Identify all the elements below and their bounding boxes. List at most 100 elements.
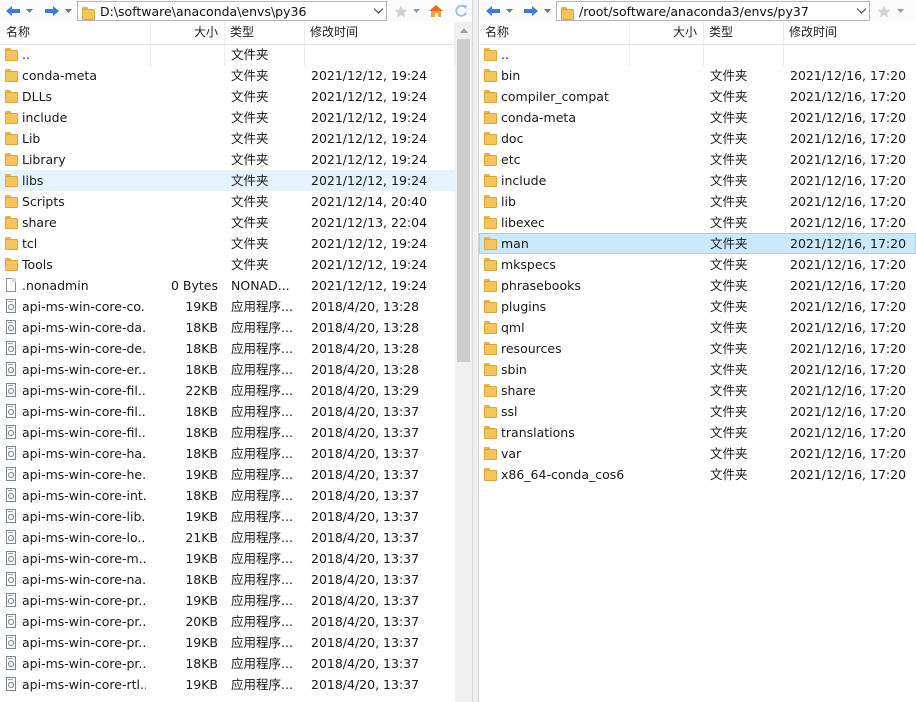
folder-row[interactable]: share 文件夹 2021/12/16, 17:20: [479, 380, 916, 401]
folder-row[interactable]: libexec 文件夹 2021/12/16, 17:20: [479, 212, 916, 233]
file-row[interactable]: api-ms-win-core-pr... 18KB 应用程序... 2018/4/2…: [0, 653, 472, 674]
remote-file-pane[interactable]: /root/software/anaconda3/envs/py37 名称 大小…: [479, 0, 916, 702]
file-row[interactable]: api-ms-win-core-da... 18KB 应用程序... 2018/4/2…: [0, 317, 472, 338]
folder-row[interactable]: Lib 文件夹 2021/12/12, 19:24: [0, 128, 472, 149]
file-type: 文件夹: [710, 173, 748, 188]
folder-row[interactable]: qml 文件夹 2021/12/16, 17:20: [479, 317, 916, 338]
folder-row[interactable]: tcl 文件夹 2021/12/12, 19:24: [0, 233, 472, 254]
file-row[interactable]: .nonadmin 0 Bytes NONAD... 2021/12/12, 19:2…: [0, 275, 472, 296]
forward-history-dropdown[interactable]: [64, 2, 72, 20]
bookmark-dropdown[interactable]: [412, 2, 420, 20]
local-scrollbar[interactable]: [455, 22, 472, 702]
file-row[interactable]: api-ms-win-core-ha... 18KB 应用程序... 2018/4/2…: [0, 443, 472, 464]
folder-row[interactable]: sbin 文件夹 2021/12/16, 17:20: [479, 359, 916, 380]
folder-row[interactable]: x86_64-conda_cos6... 文件夹 2021/12/16, 17:20: [479, 464, 916, 485]
local-path-text[interactable]: D:\software\anaconda\envs\py36: [100, 4, 370, 19]
back-button[interactable]: [483, 2, 503, 20]
folder-row[interactable]: etc 文件夹 2021/12/16, 17:20: [479, 149, 916, 170]
file-size: [629, 401, 697, 422]
folder-row[interactable]: mkspecs 文件夹 2021/12/16, 17:20: [479, 254, 916, 275]
forward-history-dropdown[interactable]: [543, 2, 551, 20]
column-name-header[interactable]: 名称: [0, 22, 150, 44]
file-name: lib: [501, 194, 516, 209]
forward-button[interactable]: [521, 2, 541, 20]
file-row[interactable]: api-ms-win-core-pr... 19KB 应用程序... 2018/4/2…: [0, 590, 472, 611]
folder-row[interactable]: phrasebooks 文件夹 2021/12/16, 17:20: [479, 275, 916, 296]
folder-row[interactable]: ..: [479, 44, 916, 65]
file-name: api-ms-win-core-da...: [22, 320, 146, 335]
folder-row[interactable]: share 文件夹 2021/12/13, 22:04: [0, 212, 472, 233]
file-type: 应用程序...: [231, 677, 293, 692]
file-row[interactable]: api-ms-win-core-pr... 20KB 应用程序... 2018/4/2…: [0, 611, 472, 632]
folder-row[interactable]: libs 文件夹 2021/12/12, 19:24: [0, 170, 472, 191]
back-history-dropdown[interactable]: [505, 2, 513, 20]
folder-row[interactable]: man 文件夹 2021/12/16, 17:20: [479, 233, 916, 254]
file-row[interactable]: api-ms-win-core-na... 18KB 应用程序... 2018/4/2…: [0, 569, 472, 590]
file-size: [629, 359, 697, 380]
folder-row[interactable]: Library 文件夹 2021/12/12, 19:24: [0, 149, 472, 170]
folder-row[interactable]: lib 文件夹 2021/12/16, 17:20: [479, 191, 916, 212]
forward-button[interactable]: [42, 2, 62, 20]
folder-row[interactable]: translations 文件夹 2021/12/16, 17:20: [479, 422, 916, 443]
column-size-header[interactable]: 大小: [150, 22, 224, 44]
folder-row[interactable]: doc 文件夹 2021/12/16, 17:20: [479, 128, 916, 149]
bookmark-dropdown[interactable]: [896, 2, 904, 20]
column-modified-header[interactable]: 修改时间: [304, 22, 454, 44]
file-name: DLLs: [22, 89, 53, 104]
file-row[interactable]: api-ms-win-core-fil... 18KB 应用程序... 2018/4/…: [0, 422, 472, 443]
path-dropdown-button[interactable]: [370, 2, 386, 20]
local-file-pane[interactable]: D:\software\anaconda\envs\py36 名称 大小 类型 …: [0, 0, 472, 702]
folder-row[interactable]: conda-meta 文件夹 2021/12/12, 19:24: [0, 65, 472, 86]
bookmark-button[interactable]: [874, 2, 894, 20]
column-modified-header[interactable]: 修改时间: [783, 22, 916, 44]
folder-row[interactable]: Scripts 文件夹 2021/12/14, 20:40: [0, 191, 472, 212]
file-row[interactable]: api-ms-win-core-de... 18KB 应用程序... 2018/4/2…: [0, 338, 472, 359]
scroll-thumb[interactable]: [457, 39, 470, 362]
file-row[interactable]: api-ms-win-core-he... 19KB 应用程序... 2018/4/2…: [0, 464, 472, 485]
column-name-header[interactable]: 名称: [479, 22, 629, 44]
folder-row[interactable]: Tools 文件夹 2021/12/12, 19:24: [0, 254, 472, 275]
file-row[interactable]: api-ms-win-core-lib... 19KB 应用程序... 2018/4/…: [0, 506, 472, 527]
remote-path-field[interactable]: /root/software/anaconda3/envs/py37: [556, 1, 870, 21]
home-button[interactable]: [426, 2, 446, 20]
remote-path-text[interactable]: /root/software/anaconda3/envs/py37: [579, 4, 853, 19]
bookmark-button[interactable]: [391, 2, 411, 20]
scroll-up-button[interactable]: [455, 22, 472, 39]
file-size: [629, 233, 697, 254]
column-type-header[interactable]: 类型: [224, 22, 304, 44]
folder-row[interactable]: conda-meta 文件夹 2021/12/16, 17:20: [479, 107, 916, 128]
folder-row[interactable]: compiler_compat 文件夹 2021/12/16, 17:20: [479, 86, 916, 107]
folder-row[interactable]: include 文件夹 2021/12/12, 19:24: [0, 107, 472, 128]
folder-row[interactable]: var 文件夹 2021/12/16, 17:20: [479, 443, 916, 464]
column-size-header[interactable]: 大小: [629, 22, 703, 44]
folder-row[interactable]: resources 文件夹 2021/12/16, 17:20: [479, 338, 916, 359]
back-history-dropdown[interactable]: [25, 2, 33, 20]
chevron-down-icon: [373, 8, 383, 14]
folder-row[interactable]: ssl 文件夹 2021/12/16, 17:20: [479, 401, 916, 422]
file-row[interactable]: api-ms-win-core-m... 19KB 应用程序... 2018/4/20…: [0, 548, 472, 569]
folder-row[interactable]: plugins 文件夹 2021/12/16, 17:20: [479, 296, 916, 317]
file-row[interactable]: api-ms-win-core-lo... 21KB 应用程序... 2018/4/2…: [0, 527, 472, 548]
chevron-down-icon: [856, 8, 866, 14]
file-type: 文件夹: [710, 110, 748, 125]
folder-row[interactable]: DLLs 文件夹 2021/12/12, 19:24: [0, 86, 472, 107]
file-row[interactable]: api-ms-win-core-rtl... 19KB 应用程序... 2018/4/…: [0, 674, 472, 695]
file-row[interactable]: api-ms-win-core-fil... 18KB 应用程序... 2018/4/…: [0, 401, 472, 422]
folder-row[interactable]: bin 文件夹 2021/12/16, 17:20: [479, 65, 916, 86]
folder-row[interactable]: .. 文件夹: [0, 44, 472, 65]
pane-splitter[interactable]: [472, 0, 479, 702]
file-row[interactable]: api-ms-win-core-fil... 22KB 应用程序... 2018/4/…: [0, 380, 472, 401]
dll-icon: [5, 299, 18, 314]
file-row[interactable]: api-ms-win-core-co... 19KB 应用程序... 2018/4/2…: [0, 296, 472, 317]
file-size: 19KB: [185, 635, 218, 650]
folder-row[interactable]: include 文件夹 2021/12/16, 17:20: [479, 170, 916, 191]
path-dropdown-button[interactable]: [853, 2, 869, 20]
local-path-field[interactable]: D:\software\anaconda\envs\py36: [77, 1, 387, 21]
back-button[interactable]: [3, 2, 23, 20]
file-row[interactable]: api-ms-win-core-pr... 19KB 应用程序... 2018/4/2…: [0, 632, 472, 653]
file-row[interactable]: api-ms-win-core-er... 18KB 应用程序... 2018/4/2…: [0, 359, 472, 380]
column-type-header[interactable]: 类型: [703, 22, 783, 44]
refresh-button[interactable]: [451, 2, 471, 20]
file-row[interactable]: api-ms-win-core-int... 18KB 应用程序... 2018/4/…: [0, 485, 472, 506]
file-modified: 2018/4/20, 13:37: [311, 404, 420, 419]
